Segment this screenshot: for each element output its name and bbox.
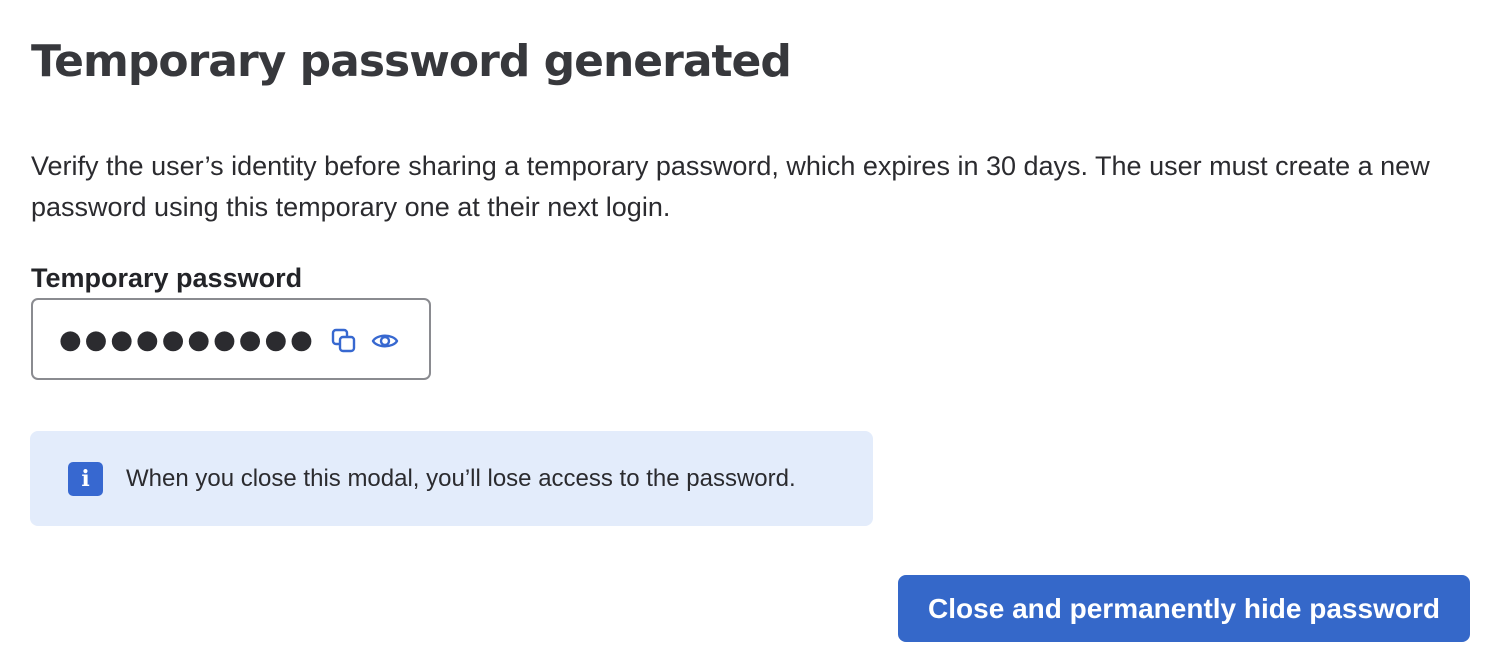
eye-icon[interactable] (371, 327, 399, 355)
modal-description: Verify the user’s identity before sharin… (31, 151, 1430, 222)
info-banner-text: When you close this modal, you’ll lose a… (126, 465, 796, 492)
info-icon: i (68, 462, 103, 496)
temporary-password-label: Temporary password (31, 263, 303, 293)
temporary-password-modal: Temporary password generated Verify the … (0, 0, 1500, 664)
temporary-password-field[interactable]: ●●●●●●●●●● (31, 298, 431, 380)
info-banner: i When you close this modal, you’ll lose… (30, 431, 873, 526)
close-and-hide-password-button[interactable]: Close and permanently hide password (898, 575, 1470, 642)
copy-icon[interactable] (330, 327, 358, 355)
modal-title: Temporary password generated (31, 36, 792, 87)
masked-password-value: ●●●●●●●●●● (59, 325, 316, 355)
